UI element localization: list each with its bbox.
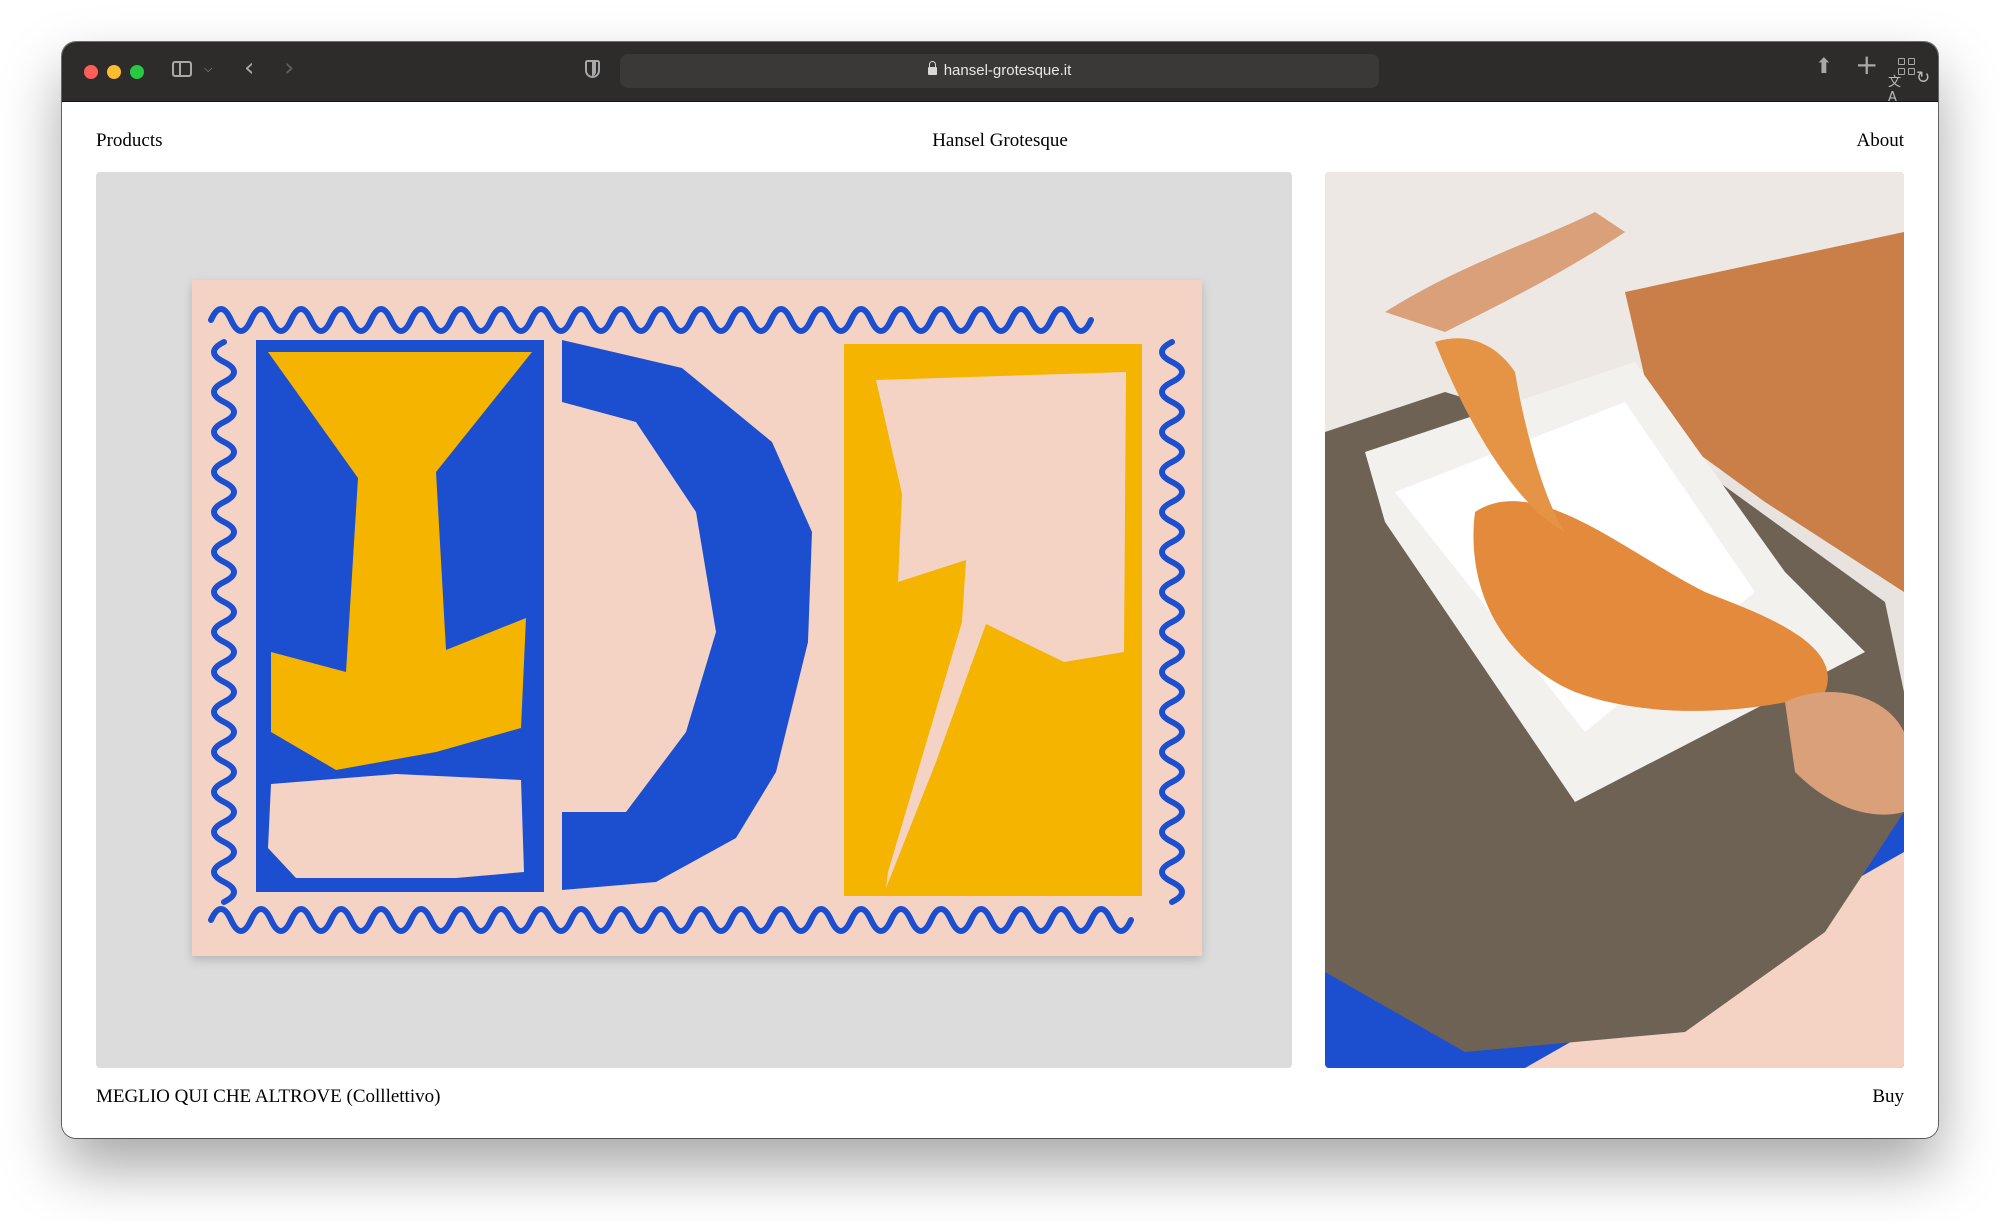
tab-overview-icon[interactable]	[1898, 58, 1916, 76]
product-title: MEGLIO QUI CHE ALTROVE (Colllettivo)	[96, 1086, 441, 1107]
browser-window: ⌵ ‹ › hansel-grotesque.it 文A ↻ ⬆ + Produ…	[62, 42, 1938, 1138]
url-text: hansel-grotesque.it	[943, 62, 1072, 79]
close-window-button[interactable]	[84, 65, 98, 79]
address-bar[interactable]: hansel-grotesque.it 文A ↻	[620, 54, 1930, 105]
share-icon[interactable]: ⬆	[1815, 54, 1833, 78]
sidebar-icon[interactable]	[172, 61, 192, 77]
buy-link[interactable]: Buy	[1872, 1086, 1904, 1108]
browser-toolbar: ⌵ ‹ › hansel-grotesque.it 文A ↻ ⬆ +	[62, 42, 1938, 105]
product-image-rug[interactable]	[96, 172, 1292, 1068]
back-icon[interactable]: ‹	[244, 55, 254, 81]
lifestyle-illustration	[1325, 172, 1904, 1068]
new-tab-icon[interactable]: +	[1855, 50, 1878, 80]
nav-about-link[interactable]: About	[1857, 130, 1905, 152]
shield-icon[interactable]	[585, 60, 600, 78]
url-display[interactable]: hansel-grotesque.it	[620, 61, 1379, 79]
reload-icon[interactable]: ↻	[1916, 68, 1930, 88]
zoom-window-button[interactable]	[130, 65, 144, 79]
translate-icon[interactable]: 文A	[1888, 71, 1901, 105]
minimize-window-button[interactable]	[107, 65, 121, 79]
rug-illustration	[192, 280, 1202, 956]
web-page: Products Hansel Grotesque About MEGLIO Q…	[62, 102, 1938, 1138]
forward-icon[interactable]: ›	[284, 55, 294, 81]
chevron-down-icon[interactable]: ⌵	[204, 62, 212, 76]
brand-link[interactable]: Hansel Grotesque	[932, 130, 1068, 151]
product-image-lifestyle[interactable]	[1325, 172, 1904, 1068]
site-brand: Hansel Grotesque	[62, 130, 1938, 152]
lock-icon	[927, 61, 937, 75]
